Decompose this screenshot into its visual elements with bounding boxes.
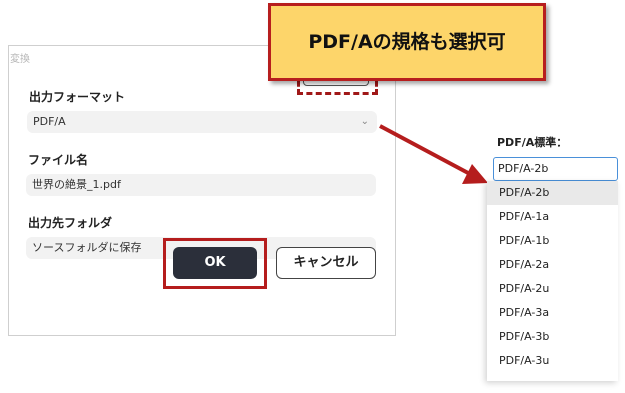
- standard-option[interactable]: PDF/A-1b: [487, 229, 618, 253]
- standard-option[interactable]: PDF/A-2a: [487, 253, 618, 277]
- standard-option[interactable]: PDF/A-1a: [487, 205, 618, 229]
- standard-selected-value: PDF/A-2b: [498, 162, 549, 175]
- standard-option[interactable]: PDF/A-2u: [487, 277, 618, 301]
- standard-option[interactable]: PDF/A-3a: [487, 301, 618, 325]
- standard-label: PDF/A標準：: [497, 136, 568, 149]
- standard-option[interactable]: PDF/A-3u: [487, 349, 618, 373]
- standard-options-list: PDF/A-2b PDF/A-1a PDF/A-1b PDF/A-2a PDF/…: [487, 181, 618, 381]
- standard-select[interactable]: PDF/A-2b: [493, 157, 618, 181]
- standard-option[interactable]: PDF/A-3b: [487, 325, 618, 349]
- standard-option[interactable]: PDF/A-2b: [487, 181, 618, 205]
